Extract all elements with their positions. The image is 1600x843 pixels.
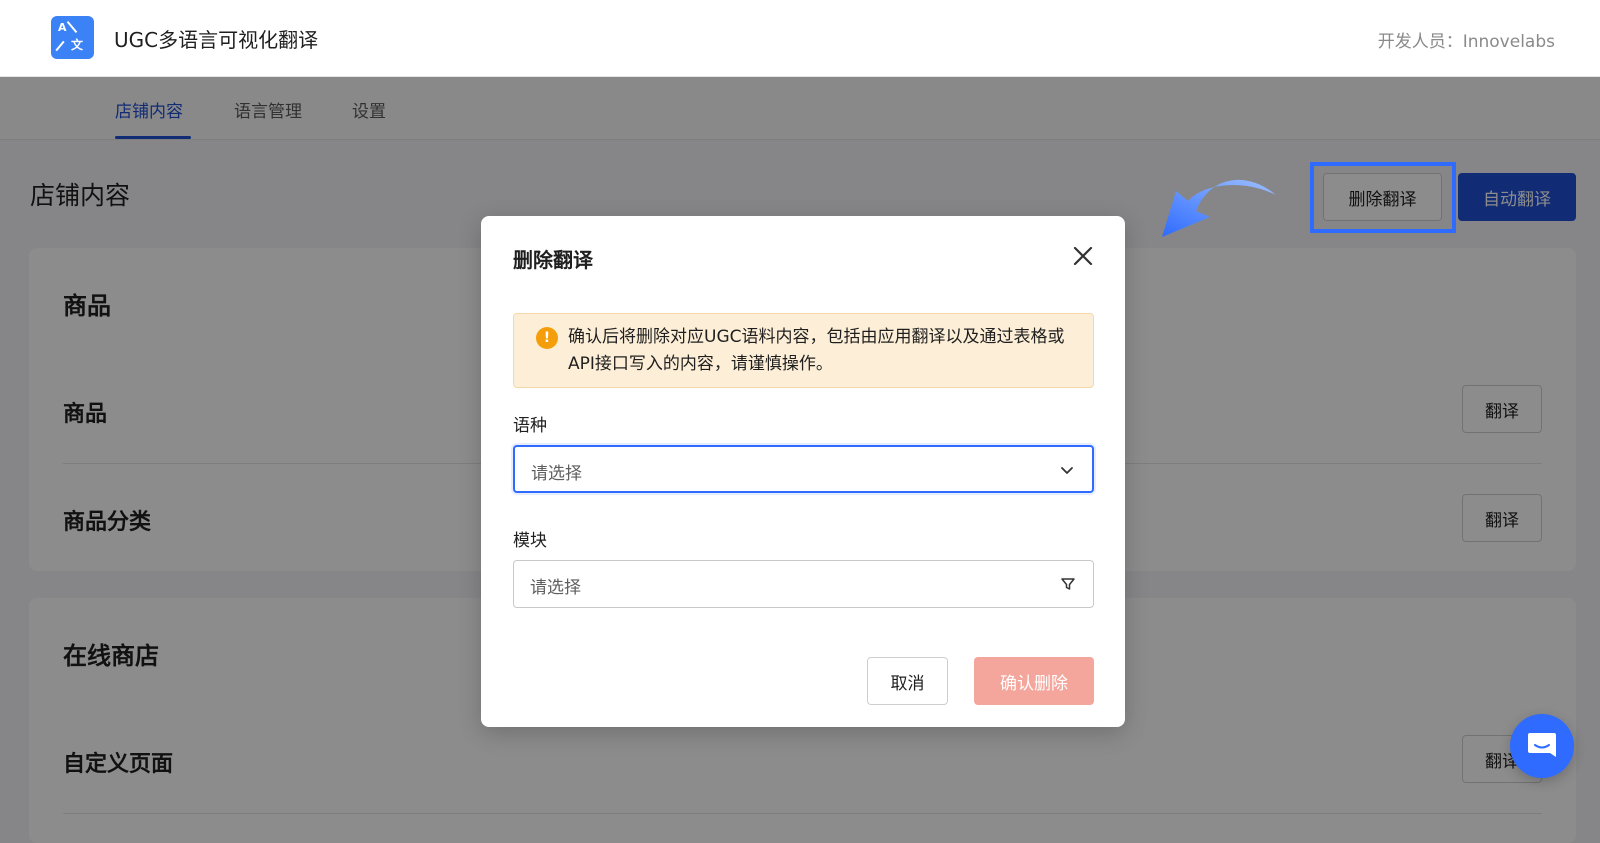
dialog-title: 删除翻译 [513, 248, 593, 272]
confirm-delete-button[interactable]: 确认删除 [974, 657, 1094, 705]
close-icon[interactable] [1069, 242, 1097, 270]
delete-translation-dialog: 删除翻译 ! 确认后将删除对应UGC语料内容，包括由应用翻译以及通过表格或API… [481, 216, 1125, 727]
chevron-down-icon [1061, 467, 1073, 474]
language-select[interactable]: 请选择 [513, 445, 1094, 493]
warning-banner: ! 确认后将删除对应UGC语料内容，包括由应用翻译以及通过表格或API接口写入的… [513, 313, 1094, 388]
annotation-arrow-icon [1162, 179, 1276, 237]
warning-text: 确认后将删除对应UGC语料内容，包括由应用翻译以及通过表格或API接口写入的内容… [568, 327, 1065, 374]
module-select[interactable]: 请选择 [513, 560, 1094, 608]
translate-logo-icon: A 文 [51, 16, 94, 59]
chat-support-icon[interactable] [1510, 714, 1574, 778]
app-header: A 文 UGC多语言可视化翻译 开发人员：Innovelabs [0, 0, 1600, 77]
logo-glyph-a: A [58, 21, 67, 34]
warning-icon: ! [536, 327, 558, 349]
module-label: 模块 [513, 531, 547, 551]
cancel-button[interactable]: 取消 [867, 657, 948, 705]
module-select-placeholder: 请选择 [530, 578, 581, 598]
logo-glyph-b: 文 [71, 38, 84, 52]
filter-icon [1061, 578, 1075, 590]
app-title: UGC多语言可视化翻译 [114, 28, 319, 52]
developer-info: 开发人员：Innovelabs [1377, 32, 1555, 52]
language-label: 语种 [513, 416, 547, 436]
annotation-highlight-box [1310, 162, 1456, 233]
language-select-placeholder: 请选择 [531, 464, 582, 484]
